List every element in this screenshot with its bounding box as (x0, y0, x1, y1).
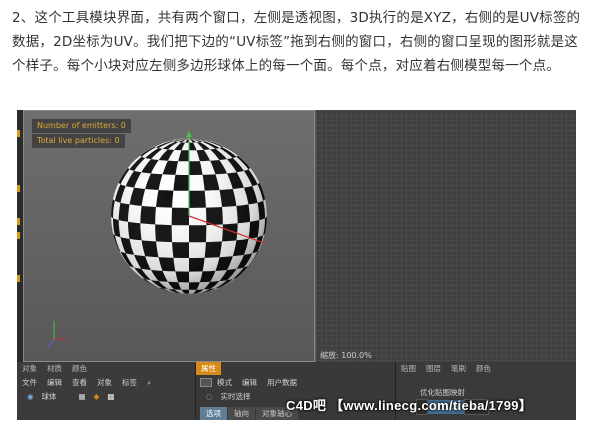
tab-materials[interactable]: 材质 (42, 362, 67, 375)
checker-tag-icon[interactable]: ▩ (103, 390, 118, 404)
menu-view[interactable]: 查看 (67, 376, 92, 389)
tab-texture[interactable]: 贴图 (396, 362, 421, 375)
menu-edit-attr[interactable]: 编辑 (237, 376, 262, 389)
tab-layers[interactable]: 图层 (421, 362, 446, 375)
live-selection-label[interactable]: 实时选择 (217, 390, 255, 404)
toolbar-marker[interactable] (17, 275, 20, 282)
sphere-view (47, 131, 267, 348)
tab-colors[interactable]: 颜色 (67, 362, 92, 375)
c4d-window: Number of emitters: 0 Total live particl… (17, 110, 576, 420)
toolbar-marker[interactable] (17, 185, 20, 192)
tab-uv-colors[interactable]: 颜色 (471, 362, 496, 375)
tab-attributes[interactable]: 属性 (196, 362, 221, 375)
object-manager: 对象 材质 颜色 文件 编辑 查看 对象 标签 ⌕ ◉ 球体 ▦ ◆ ▩ (17, 362, 195, 420)
menu-file[interactable]: 文件 (17, 376, 42, 389)
view-axis-z (47, 338, 55, 348)
sphere-object-icon: ◉ (27, 392, 34, 401)
menu-tags[interactable]: 标签 (117, 376, 142, 389)
menu-mode[interactable]: 模式 (212, 376, 237, 389)
y-axis-arrow-icon (186, 131, 192, 137)
material-tag-icon[interactable]: ◆ (90, 390, 104, 404)
toolbar-marker[interactable] (17, 232, 20, 239)
mode-checkbox[interactable] (200, 378, 212, 387)
perspective-viewport[interactable]: Number of emitters: 0 Total live particl… (23, 110, 315, 362)
toolbar-marker[interactable] (17, 130, 20, 137)
tab-brush[interactable]: 笔刷 (446, 362, 471, 375)
zoom-readout: 缩放: 100.0% (320, 351, 372, 360)
tab-objects[interactable]: 对象 (17, 362, 42, 375)
toolbar-marker[interactable] (17, 218, 20, 225)
sphere-object-label[interactable]: 球体 (38, 390, 61, 404)
live-selection-icon: ◌ (206, 392, 213, 401)
menu-edit[interactable]: 编辑 (42, 376, 67, 389)
menu-objects[interactable]: 对象 (92, 376, 117, 389)
menu-user-data[interactable]: 用户数据 (262, 376, 302, 389)
subtab-options[interactable]: 选项 (200, 407, 227, 420)
article-paragraph: 2、这个工具模块界面，共有两个窗口，左侧是透视图，3D执行的是XYZ，右侧的是U… (12, 10, 581, 74)
search-icon[interactable]: ⌕ (142, 376, 156, 389)
uv-editor-viewport[interactable] (315, 110, 576, 362)
uv-tag-icon[interactable]: ▦ (75, 390, 90, 404)
subtab-axis[interactable]: 轴向 (228, 407, 255, 420)
watermark: C4D吧 【www.linecg.com/tieba/1799】 (286, 398, 533, 413)
